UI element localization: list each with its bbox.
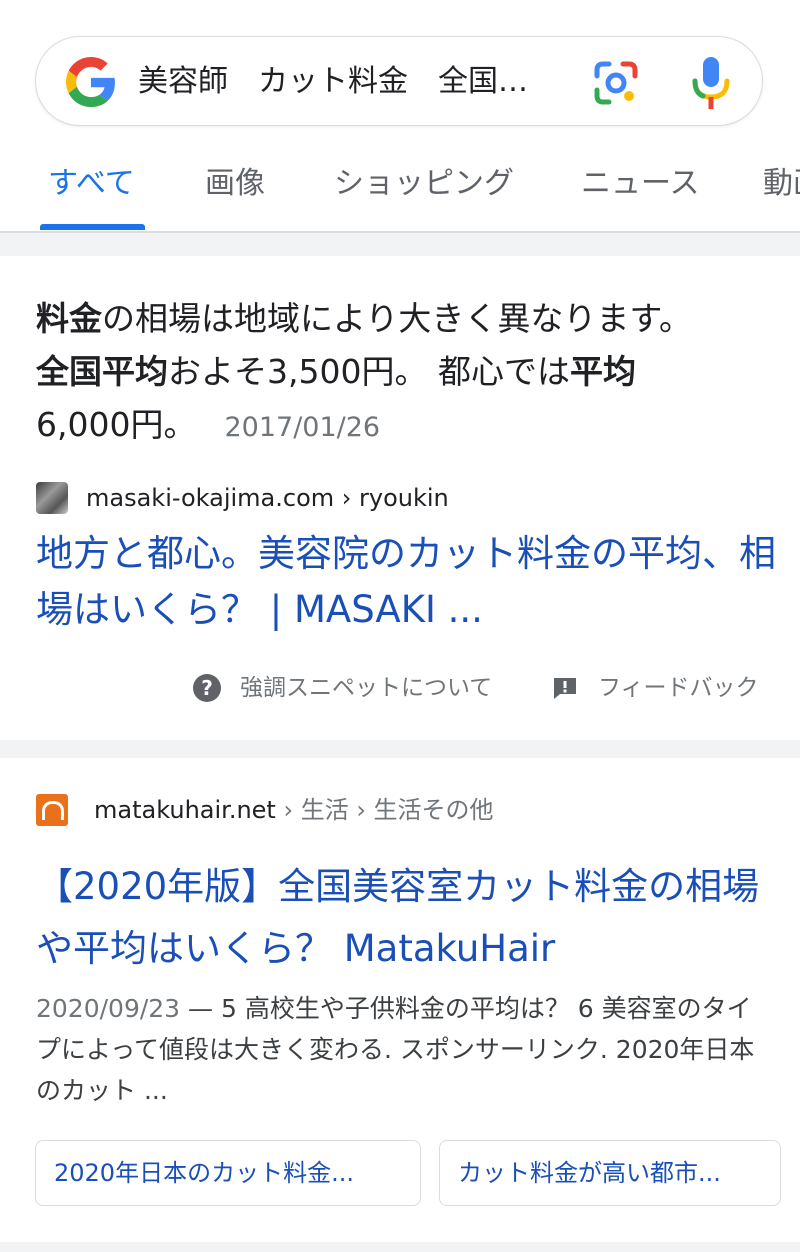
featured-snippet-text: 料金の相場は地域により大きく異なります。 全国平均およそ3,500円。 都心では… [36, 292, 766, 454]
tab-shopping[interactable]: ショッピング [334, 164, 514, 204]
search-input[interactable]: 美容師 カット料金 全国… [138, 62, 558, 102]
result-title-link[interactable]: 【2020年版】全国美容室カット料金の相場や平均はいくら？ MatakuHair [36, 856, 776, 980]
result-domain[interactable]: matakuhair.net [94, 796, 276, 824]
about-featured-snippets-link[interactable]: 強調スニペットについて [240, 670, 492, 706]
snippet-bold: 料金 [36, 299, 102, 338]
active-tab-indicator [40, 224, 145, 230]
search-tabs: すべて 画像 ショッピング ニュース 動画 [0, 150, 800, 232]
featured-snippet-card: 料金の相場は地域により大きく異なります。 全国平均およそ3,500円。 都心では… [0, 256, 800, 740]
search-result-card: matakuhair.net › 生活 › 生活その他 【2020年版】全国美容… [0, 758, 800, 1242]
sitelink-chip[interactable]: 2020年日本のカット料金... [35, 1140, 421, 1206]
result-source[interactable]: masaki-okajima.com › ryoukin [36, 482, 766, 518]
result-breadcrumb: › 生活 › 生活その他 [275, 796, 494, 824]
snippet-bold: 平均 [569, 352, 636, 391]
tab-news[interactable]: ニュース [581, 164, 700, 204]
snippet-text: の相場は地域により大きく異なります。 [102, 299, 693, 338]
feedback-link[interactable]: フィードバック [598, 670, 759, 706]
section-separator [0, 1242, 800, 1252]
result-source[interactable]: matakuhair.net › 生活 › 生活その他 [94, 792, 494, 828]
tab-images[interactable]: 画像 [205, 164, 265, 204]
microphone-icon[interactable] [691, 55, 731, 111]
snippet-text: 6,000円。 [36, 405, 197, 444]
snippet-text: およそ3,500円。 都心では [168, 352, 570, 391]
feedback-icon[interactable] [552, 676, 578, 700]
google-logo-icon [66, 57, 115, 107]
help-icon[interactable]: ? [193, 674, 221, 702]
search-bar[interactable]: 美容師 カット料金 全国… [35, 36, 763, 126]
snippet-date: 2017/01/26 [224, 412, 381, 443]
result-title-link[interactable]: 地方と都心。美容院のカット料金の平均、相場はいくら？ | MASAKI ... [36, 526, 776, 638]
section-separator [0, 233, 800, 256]
snippet-bold: 全国平均 [36, 352, 168, 391]
site-favicon [36, 482, 68, 514]
sitelink-chip[interactable]: カット料金が高い都市... [439, 1140, 781, 1206]
section-separator [0, 740, 800, 758]
google-lens-icon[interactable] [591, 58, 641, 108]
result-snippet: 2020/09/23 — 5 高校生や子供料金の平均は？ 6 美容室のタイプによ… [36, 988, 766, 1111]
result-date: 2020/09/23 [36, 994, 181, 1023]
result-url[interactable]: masaki-okajima.com › ryoukin [86, 480, 449, 516]
site-favicon [36, 794, 68, 826]
tab-videos[interactable]: 動画 [763, 164, 800, 204]
tab-all[interactable]: すべて [48, 164, 135, 204]
